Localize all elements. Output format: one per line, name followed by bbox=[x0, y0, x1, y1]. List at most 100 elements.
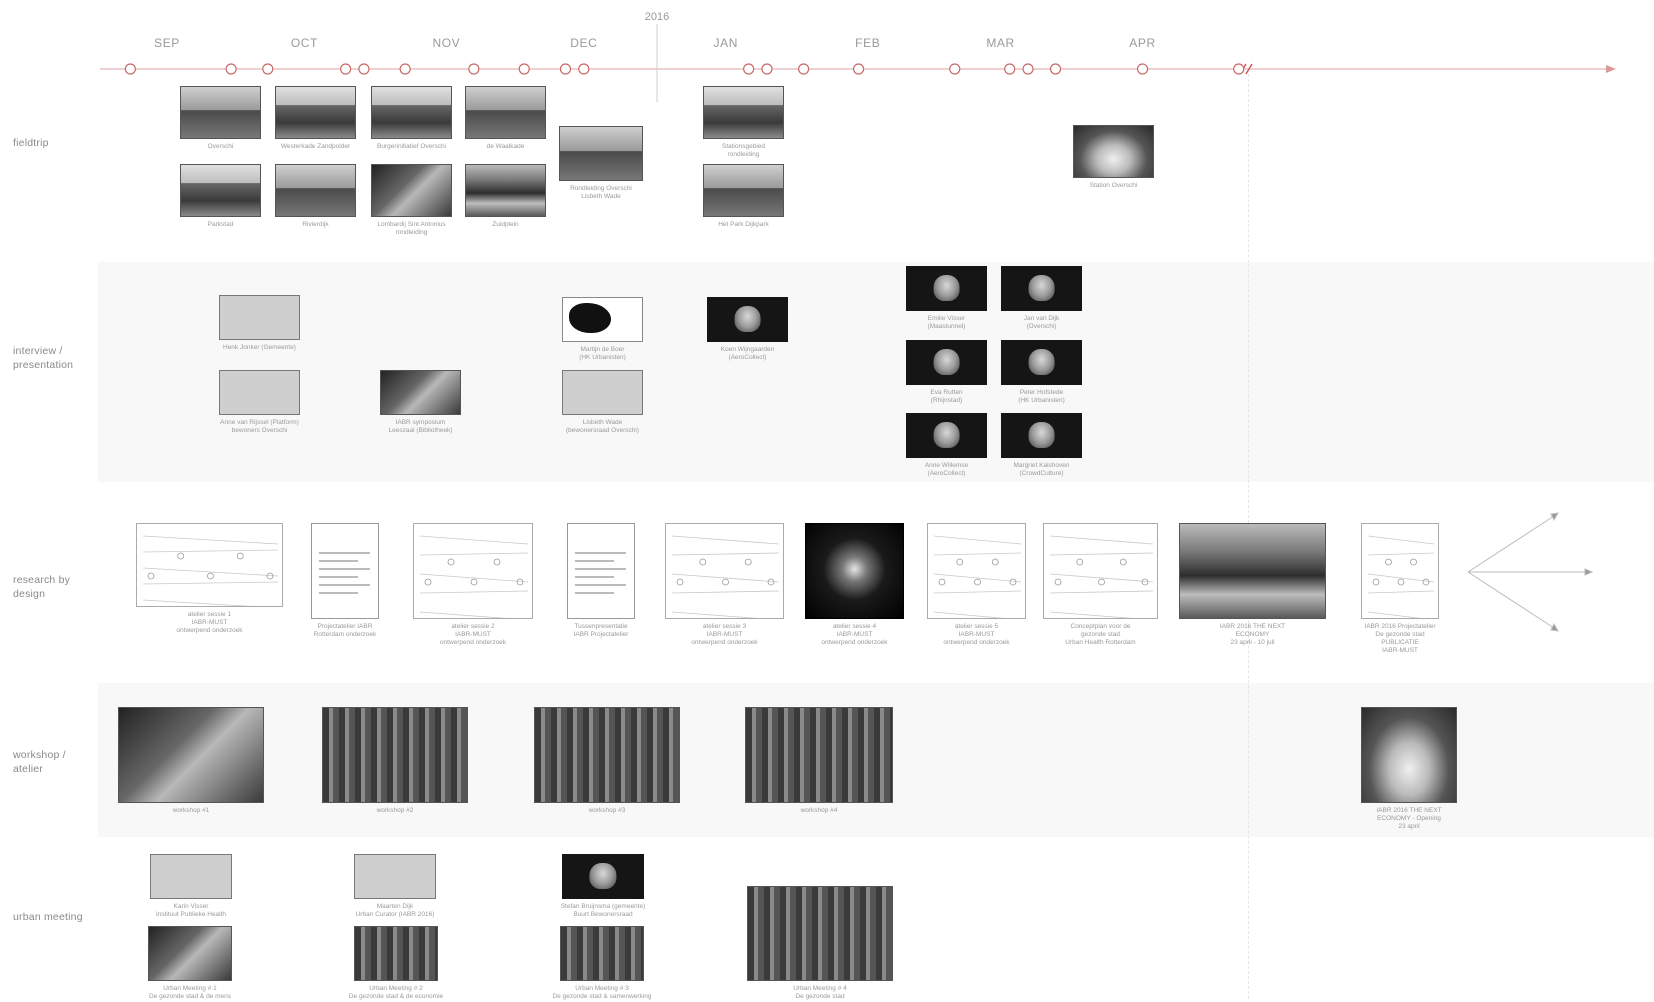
month-label-feb: FEB bbox=[855, 36, 880, 50]
item-fieldtrip[interactable]: Het Park Dijkpark bbox=[703, 164, 784, 228]
item-urban[interactable]: Karin Visser Instituut Publieke Health bbox=[150, 854, 232, 918]
item-caption: Koen Wijngaarden (AeroCollect) bbox=[720, 346, 775, 361]
item-research[interactable]: atelier sessie 4 IABR-MUST ontwerpend on… bbox=[805, 523, 904, 646]
item-caption: Rondleiding Overschi Lisbeth Wade bbox=[570, 185, 632, 200]
item-image bbox=[150, 854, 232, 899]
item-fieldtrip[interactable]: Lombardij Sint Antonius rondleiding bbox=[371, 164, 452, 236]
month-label-mar: MAR bbox=[986, 36, 1014, 50]
item-caption: Urban Meeting # 1 De gezonde stad & de m… bbox=[148, 985, 232, 1000]
item-interview[interactable]: Jan van Dijk (Overschi) bbox=[1001, 266, 1082, 330]
item-urban[interactable]: Urban Meeting # 4 De gezonde stad bbox=[747, 886, 893, 1000]
item-research[interactable]: IABR 2016 THE NEXT ECONOMY 23 april - 10… bbox=[1179, 523, 1326, 646]
item-caption: workshop #1 bbox=[172, 807, 210, 814]
item-fieldtrip[interactable]: Station Overschi bbox=[1073, 125, 1154, 189]
portrait-face bbox=[589, 862, 617, 890]
item-fieldtrip[interactable]: Westerkade Zandpolder bbox=[275, 86, 356, 150]
item-interview[interactable]: IABR symposium Leeszaal (Bibliotheek) bbox=[380, 370, 461, 434]
item-urban[interactable]: Stefan Bruijnsma (gemeente) Buurt Bewone… bbox=[561, 854, 645, 918]
portrait-face bbox=[933, 274, 960, 302]
item-research[interactable]: Conceptplan voor de gezonde stad Urban H… bbox=[1043, 523, 1158, 646]
event-dot bbox=[399, 63, 411, 75]
event-dot bbox=[468, 63, 480, 75]
item-fieldtrip[interactable]: Rivierdijk bbox=[275, 164, 356, 228]
row-label-interview: interview / presentation bbox=[13, 345, 74, 371]
item-urban[interactable]: Urban Meeting # 3 De gezonde stad & same… bbox=[552, 926, 652, 1000]
item-fieldtrip[interactable]: de Waalkade bbox=[465, 86, 546, 150]
item-workshop[interactable]: IABR 2016 THE NEXT ECONOMY - Opening 23 … bbox=[1361, 707, 1457, 830]
item-research[interactable]: atelier sessie 5 IABR-MUST ontwerpend on… bbox=[927, 523, 1026, 646]
item-image bbox=[805, 523, 904, 619]
item-fieldtrip[interactable]: Rondleiding Overschi Lisbeth Wade bbox=[559, 126, 643, 200]
item-image bbox=[380, 370, 461, 415]
item-caption: Projectatelier IABR Rotterdam onderzoek bbox=[313, 623, 377, 638]
item-interview[interactable]: Eva Rutten (Rhijnstad) bbox=[906, 340, 987, 404]
doc-text-line bbox=[318, 592, 359, 594]
item-fieldtrip[interactable]: Burgerinitiatief Overschi bbox=[371, 86, 452, 150]
item-fieldtrip[interactable]: Stationsgebied rondleiding bbox=[703, 86, 784, 158]
item-caption: IABR 2016 THE NEXT ECONOMY 23 april - 10… bbox=[1219, 623, 1286, 646]
item-research[interactable]: atelier sessie 2 IABR-MUST ontwerpend on… bbox=[413, 523, 533, 646]
item-caption: Martijn de Boer (HK Urbanisten) bbox=[579, 346, 626, 361]
row-label-workshop: workshop / atelier bbox=[13, 749, 66, 775]
doc-text-line bbox=[318, 576, 359, 578]
item-urban[interactable]: Maarten Dijk Urban Curator (IABR 2016) bbox=[354, 854, 436, 918]
item-image bbox=[311, 523, 379, 619]
item-image bbox=[562, 370, 643, 415]
item-image bbox=[275, 164, 356, 217]
item-workshop[interactable]: workshop #3 bbox=[534, 707, 680, 814]
row-label-urban: urban meeting bbox=[13, 911, 83, 923]
item-interview[interactable]: Margriet Kalshoven (CrowdCulture) bbox=[1001, 413, 1082, 477]
event-dot bbox=[518, 63, 530, 75]
event-dot bbox=[124, 63, 136, 75]
item-workshop[interactable]: workshop #2 bbox=[322, 707, 468, 814]
portrait-face bbox=[1028, 348, 1055, 376]
item-interview[interactable]: Anne van Rijssel (Platform) bewoners Ove… bbox=[219, 370, 300, 434]
item-fieldtrip[interactable]: Zuidplein bbox=[465, 164, 546, 228]
item-urban[interactable]: Urban Meeting # 1 De gezonde stad & de m… bbox=[148, 926, 232, 1000]
item-caption: de Waalkade bbox=[486, 143, 525, 150]
item-research[interactable]: atelier sessie 1 IABR-MUST ontwerpend on… bbox=[136, 523, 283, 634]
item-fieldtrip[interactable]: Parkstad bbox=[180, 164, 261, 228]
item-caption: workshop #2 bbox=[376, 807, 414, 814]
item-image bbox=[1073, 125, 1154, 178]
item-research[interactable]: atelier sessie 3 IABR-MUST ontwerpend on… bbox=[665, 523, 784, 646]
event-dot bbox=[798, 63, 810, 75]
item-workshop[interactable]: workshop #4 bbox=[745, 707, 893, 814]
item-research[interactable]: IABR 2016 Projectatelier De gezonde stad… bbox=[1361, 523, 1439, 654]
item-workshop[interactable]: workshop #1 bbox=[118, 707, 264, 814]
item-image bbox=[180, 86, 261, 139]
item-caption: Margriet Kalshoven (CrowdCulture) bbox=[1013, 462, 1070, 477]
item-image bbox=[745, 707, 893, 803]
item-image bbox=[707, 297, 788, 342]
item-caption: Urban Meeting # 2 De gezonde stad & de e… bbox=[348, 985, 444, 1000]
item-interview[interactable]: Emilie Visser (Maastunnel) bbox=[906, 266, 987, 330]
event-dot bbox=[949, 63, 961, 75]
item-caption: IABR 2016 Projectatelier De gezonde stad… bbox=[1364, 623, 1436, 654]
item-fieldtrip[interactable]: Overschi bbox=[180, 86, 261, 150]
item-research[interactable]: Tussenpresentatie IABR Projectatelier bbox=[567, 523, 635, 638]
item-research[interactable]: Projectatelier IABR Rotterdam onderzoek bbox=[311, 523, 379, 638]
item-interview[interactable]: Anne Willemse (AeroCollect) bbox=[906, 413, 987, 477]
event-dot bbox=[340, 63, 352, 75]
item-interview[interactable]: Koen Wijngaarden (AeroCollect) bbox=[707, 297, 788, 361]
item-image bbox=[1001, 413, 1082, 458]
item-image bbox=[906, 413, 987, 458]
drawing-sketch bbox=[142, 535, 279, 606]
item-caption: Het Park Dijkpark bbox=[718, 221, 769, 228]
item-image bbox=[275, 86, 356, 139]
item-urban[interactable]: Urban Meeting # 2 De gezonde stad & de e… bbox=[349, 926, 443, 1000]
item-caption: Lisbeth Wade (bewonersraad Overschi) bbox=[566, 419, 639, 434]
item-interview[interactable]: Lisbeth Wade (bewonersraad Overschi) bbox=[562, 370, 643, 434]
item-caption: Henk Jonker (Gemeente) bbox=[223, 344, 296, 351]
item-interview[interactable]: Peter Hofstede (HK Urbanisten) bbox=[1001, 340, 1082, 404]
item-image bbox=[1001, 266, 1082, 311]
item-image bbox=[665, 523, 784, 619]
item-interview[interactable]: Henk Jonker (Gemeente) bbox=[219, 295, 300, 351]
doc-text-line bbox=[574, 584, 627, 586]
item-interview[interactable]: Martijn de Boer (HK Urbanisten) bbox=[562, 297, 643, 361]
item-image bbox=[559, 126, 643, 181]
event-dot bbox=[1004, 63, 1016, 75]
item-caption: Maarten Dijk Urban Curator (IABR 2016) bbox=[355, 903, 435, 918]
item-image bbox=[354, 854, 436, 899]
row-band-interview bbox=[98, 262, 1654, 482]
